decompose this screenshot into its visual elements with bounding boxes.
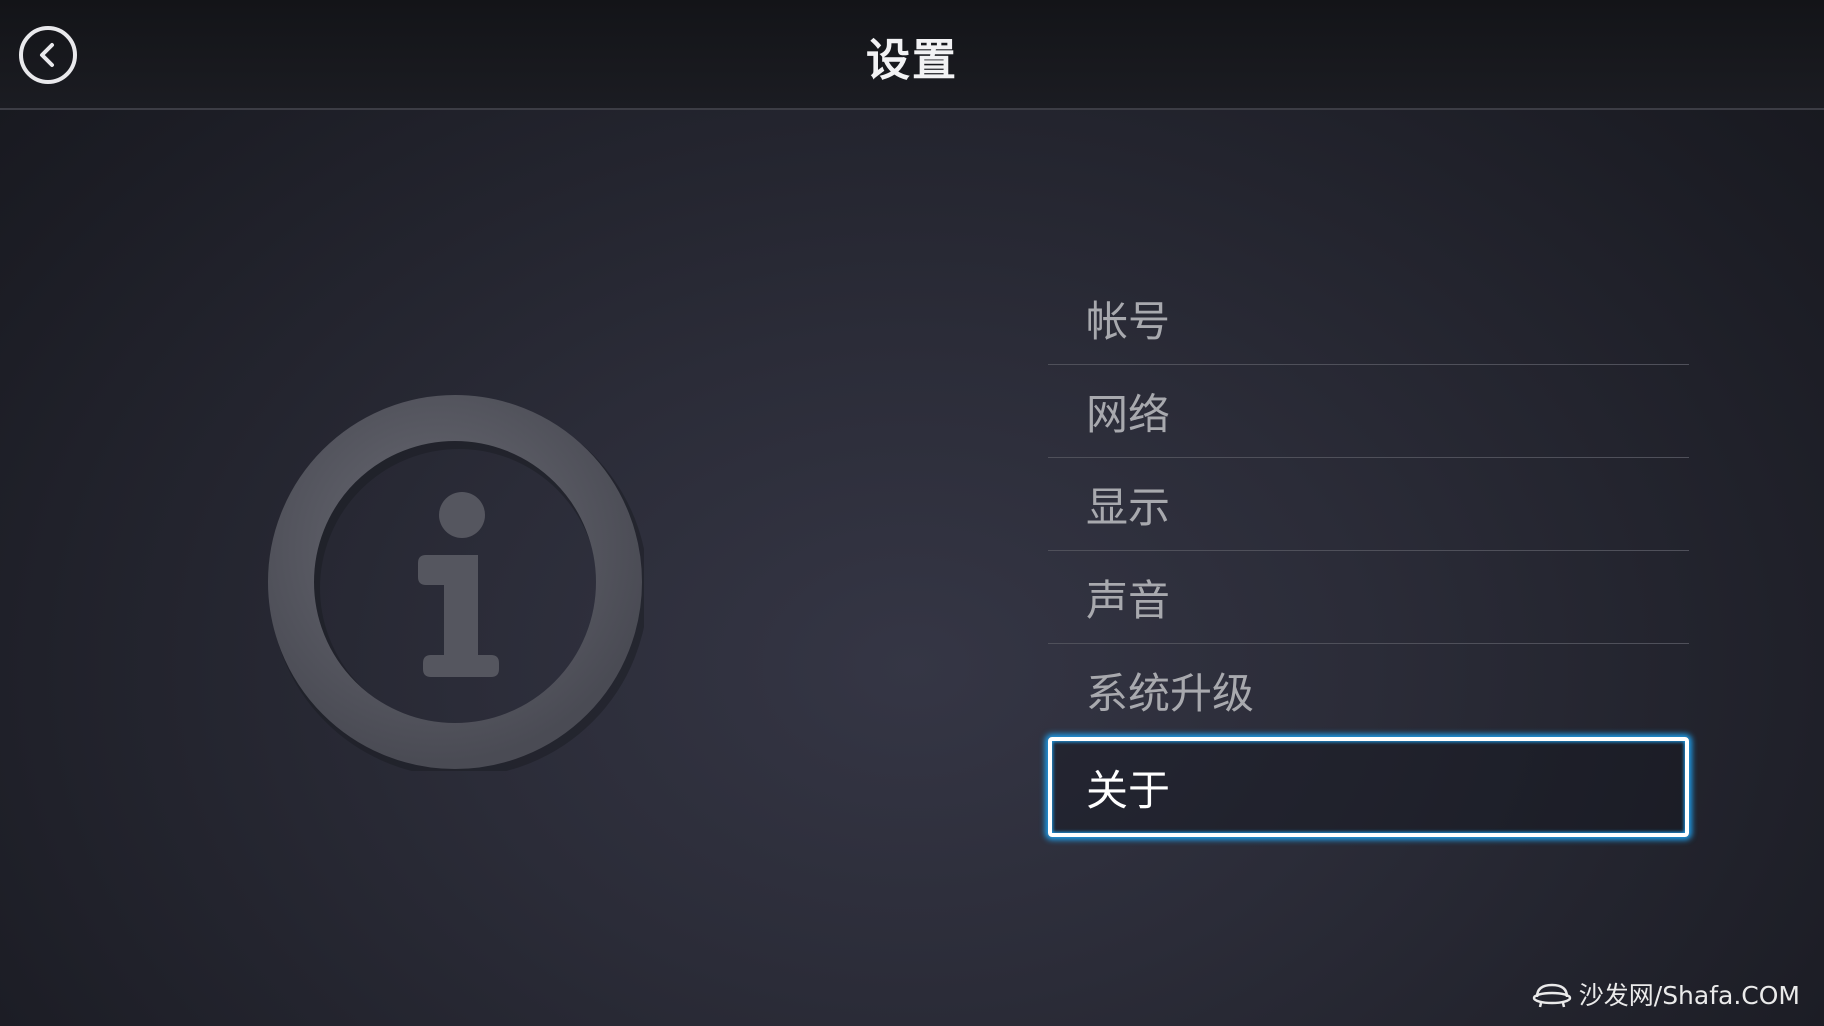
menu-item-label: 声音 bbox=[1086, 575, 1171, 625]
watermark: 沙发网/Shafa.COM bbox=[1531, 976, 1800, 1012]
menu-item-label: 系统升级 bbox=[1086, 669, 1255, 718]
sofa-logo-icon bbox=[1532, 983, 1572, 1008]
menu-item-label: 关于 bbox=[1086, 765, 1171, 815]
menu-item-label: 显示 bbox=[1086, 482, 1171, 532]
menu-item-account[interactable]: 帐号 bbox=[1048, 272, 1689, 365]
menu-item-about[interactable]: 关于 bbox=[1048, 737, 1689, 837]
info-icon bbox=[268, 395, 644, 771]
watermark-text: 沙发网/Shafa.COM bbox=[1578, 981, 1800, 1010]
menu-item-system-upgrade[interactable]: 系统升级 bbox=[1048, 644, 1689, 737]
menu-item-sound[interactable]: 声音 bbox=[1048, 551, 1689, 644]
menu-item-network[interactable]: 网络 bbox=[1048, 365, 1689, 458]
page-title: 设置 bbox=[866, 35, 958, 86]
settings-menu: 帐号 网络 显示 声音 系统升级 关于 bbox=[1048, 272, 1689, 837]
menu-item-label: 帐号 bbox=[1086, 296, 1171, 346]
menu-item-display[interactable]: 显示 bbox=[1048, 458, 1689, 551]
top-bar: 设置 bbox=[0, 0, 1824, 110]
menu-item-label: 网络 bbox=[1086, 389, 1171, 439]
